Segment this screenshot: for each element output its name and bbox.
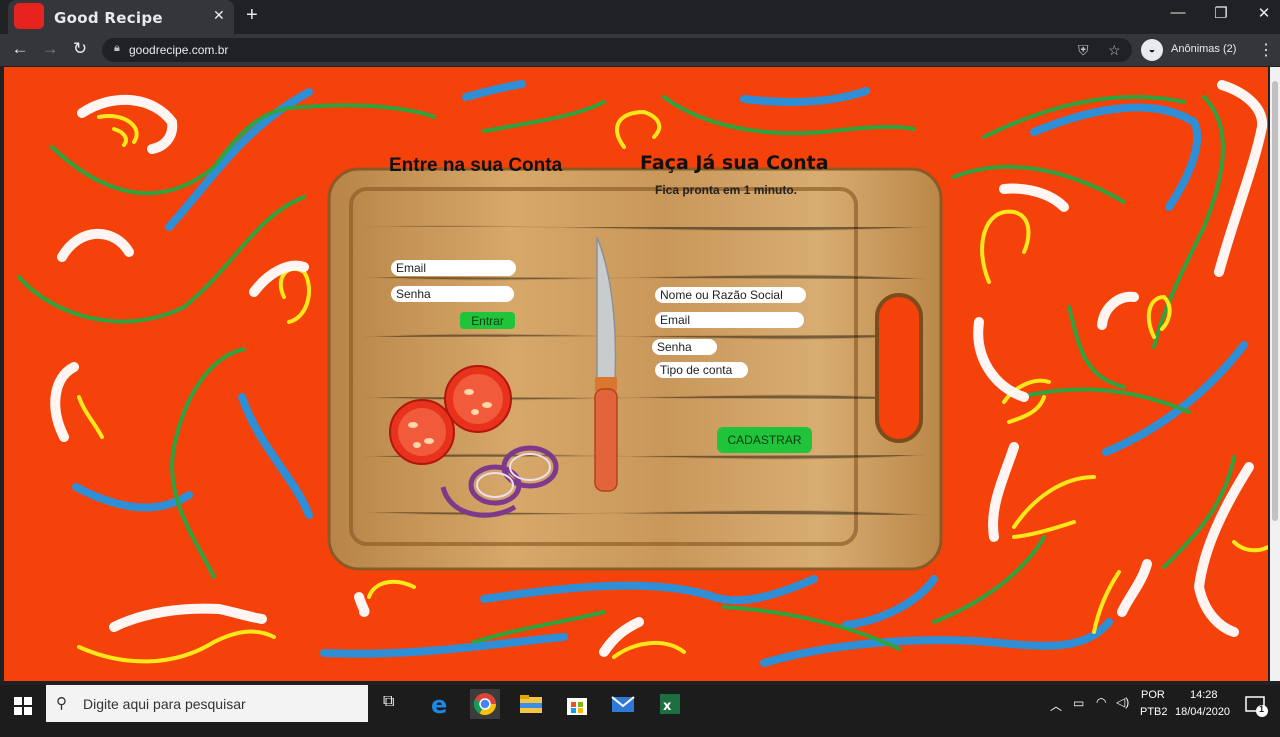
- keyboard-layout-label[interactable]: PTB2: [1140, 706, 1168, 718]
- explorer-icon[interactable]: [516, 689, 546, 719]
- login-title: Entre na sua Conta: [389, 155, 563, 176]
- profile-button[interactable]: ◒ Anônimas (2): [1141, 37, 1247, 63]
- network-icon[interactable]: ▭: [1073, 696, 1084, 710]
- taskbar: ⚲ Digite aqui para pesquisar ⧉ e x ︿ ▭ ◠…: [0, 685, 1280, 737]
- chrome-icon[interactable]: [470, 689, 500, 719]
- address-bar[interactable]: 🔒︎ goodrecipe.com.br ⛨ ☆: [102, 38, 1132, 62]
- browser-toolbar: ← → ↻ 🔒︎ goodrecipe.com.br ⛨ ☆ ◒ Anônima…: [0, 34, 1280, 66]
- svg-text:e: e: [431, 691, 447, 719]
- window-close-button[interactable]: ✕: [1249, 4, 1279, 22]
- scrollbar-thumb[interactable]: [1272, 81, 1278, 521]
- browser-tab[interactable]: Good Recipe ✕: [8, 0, 234, 34]
- tab-strip: Good Recipe ✕ + — ❐ ✕: [0, 0, 1280, 34]
- store-icon[interactable]: [562, 689, 592, 719]
- signup-title: Faça Já sua Conta: [640, 152, 829, 174]
- signup-email-input[interactable]: [655, 312, 804, 328]
- login-password-input[interactable]: [391, 286, 514, 302]
- windows-icon[interactable]: [14, 697, 32, 715]
- menu-icon[interactable]: ⋮: [1258, 40, 1274, 60]
- incognito-icon: ◒: [1141, 39, 1163, 61]
- volume-icon[interactable]: ◁): [1116, 695, 1129, 709]
- show-hidden-icons-icon[interactable]: ︿: [1050, 697, 1062, 714]
- login-email-input[interactable]: [391, 260, 516, 276]
- excel-icon[interactable]: x: [654, 689, 684, 719]
- back-icon[interactable]: ←: [10, 39, 30, 59]
- clock-time[interactable]: 14:28: [1190, 689, 1218, 701]
- taskbar-search[interactable]: ⚲ Digite aqui para pesquisar: [46, 685, 368, 722]
- lock-icon: 🔒︎: [114, 42, 120, 54]
- url-text: goodrecipe.com.br: [129, 43, 229, 57]
- minimize-button[interactable]: —: [1163, 4, 1193, 21]
- restore-button[interactable]: ❐: [1206, 4, 1236, 22]
- notification-count: 1: [1259, 704, 1265, 714]
- signup-subtitle: Fica pronta em 1 minuto.: [655, 183, 798, 197]
- forward-icon[interactable]: →: [40, 39, 60, 59]
- wifi-icon[interactable]: ◠: [1096, 695, 1106, 709]
- task-view-icon[interactable]: ⧉: [383, 693, 413, 723]
- login-button[interactable]: Entrar: [460, 312, 515, 329]
- new-tab-button[interactable]: +: [246, 4, 258, 27]
- favicon-icon: [14, 3, 44, 29]
- page-content: [4, 67, 1268, 681]
- search-icon: ⚲: [56, 695, 67, 712]
- notification-icon[interactable]: [1242, 691, 1272, 721]
- language-label[interactable]: POR: [1141, 689, 1165, 701]
- star-icon[interactable]: ☆: [1108, 42, 1121, 59]
- page-scrollbar[interactable]: [1270, 67, 1280, 681]
- profile-label: Anônimas (2): [1171, 43, 1237, 55]
- signup-account-type-input[interactable]: [655, 362, 748, 378]
- shield-icon[interactable]: ⛨: [1078, 42, 1089, 59]
- tab-title: Good Recipe: [54, 9, 163, 27]
- signup-password-input[interactable]: [652, 339, 717, 355]
- reload-icon[interactable]: ↻: [70, 39, 90, 59]
- signup-button[interactable]: CADASTRAR: [717, 427, 812, 453]
- clock-date[interactable]: 18/04/2020: [1175, 706, 1230, 718]
- edge-icon[interactable]: e: [426, 689, 456, 719]
- tab-close-button[interactable]: ✕: [213, 7, 225, 24]
- signup-name-input[interactable]: [655, 287, 806, 303]
- svg-text:x: x: [663, 699, 672, 714]
- cutting-board: [327, 167, 943, 571]
- mail-icon[interactable]: [608, 689, 638, 719]
- search-placeholder: Digite aqui para pesquisar: [83, 696, 246, 712]
